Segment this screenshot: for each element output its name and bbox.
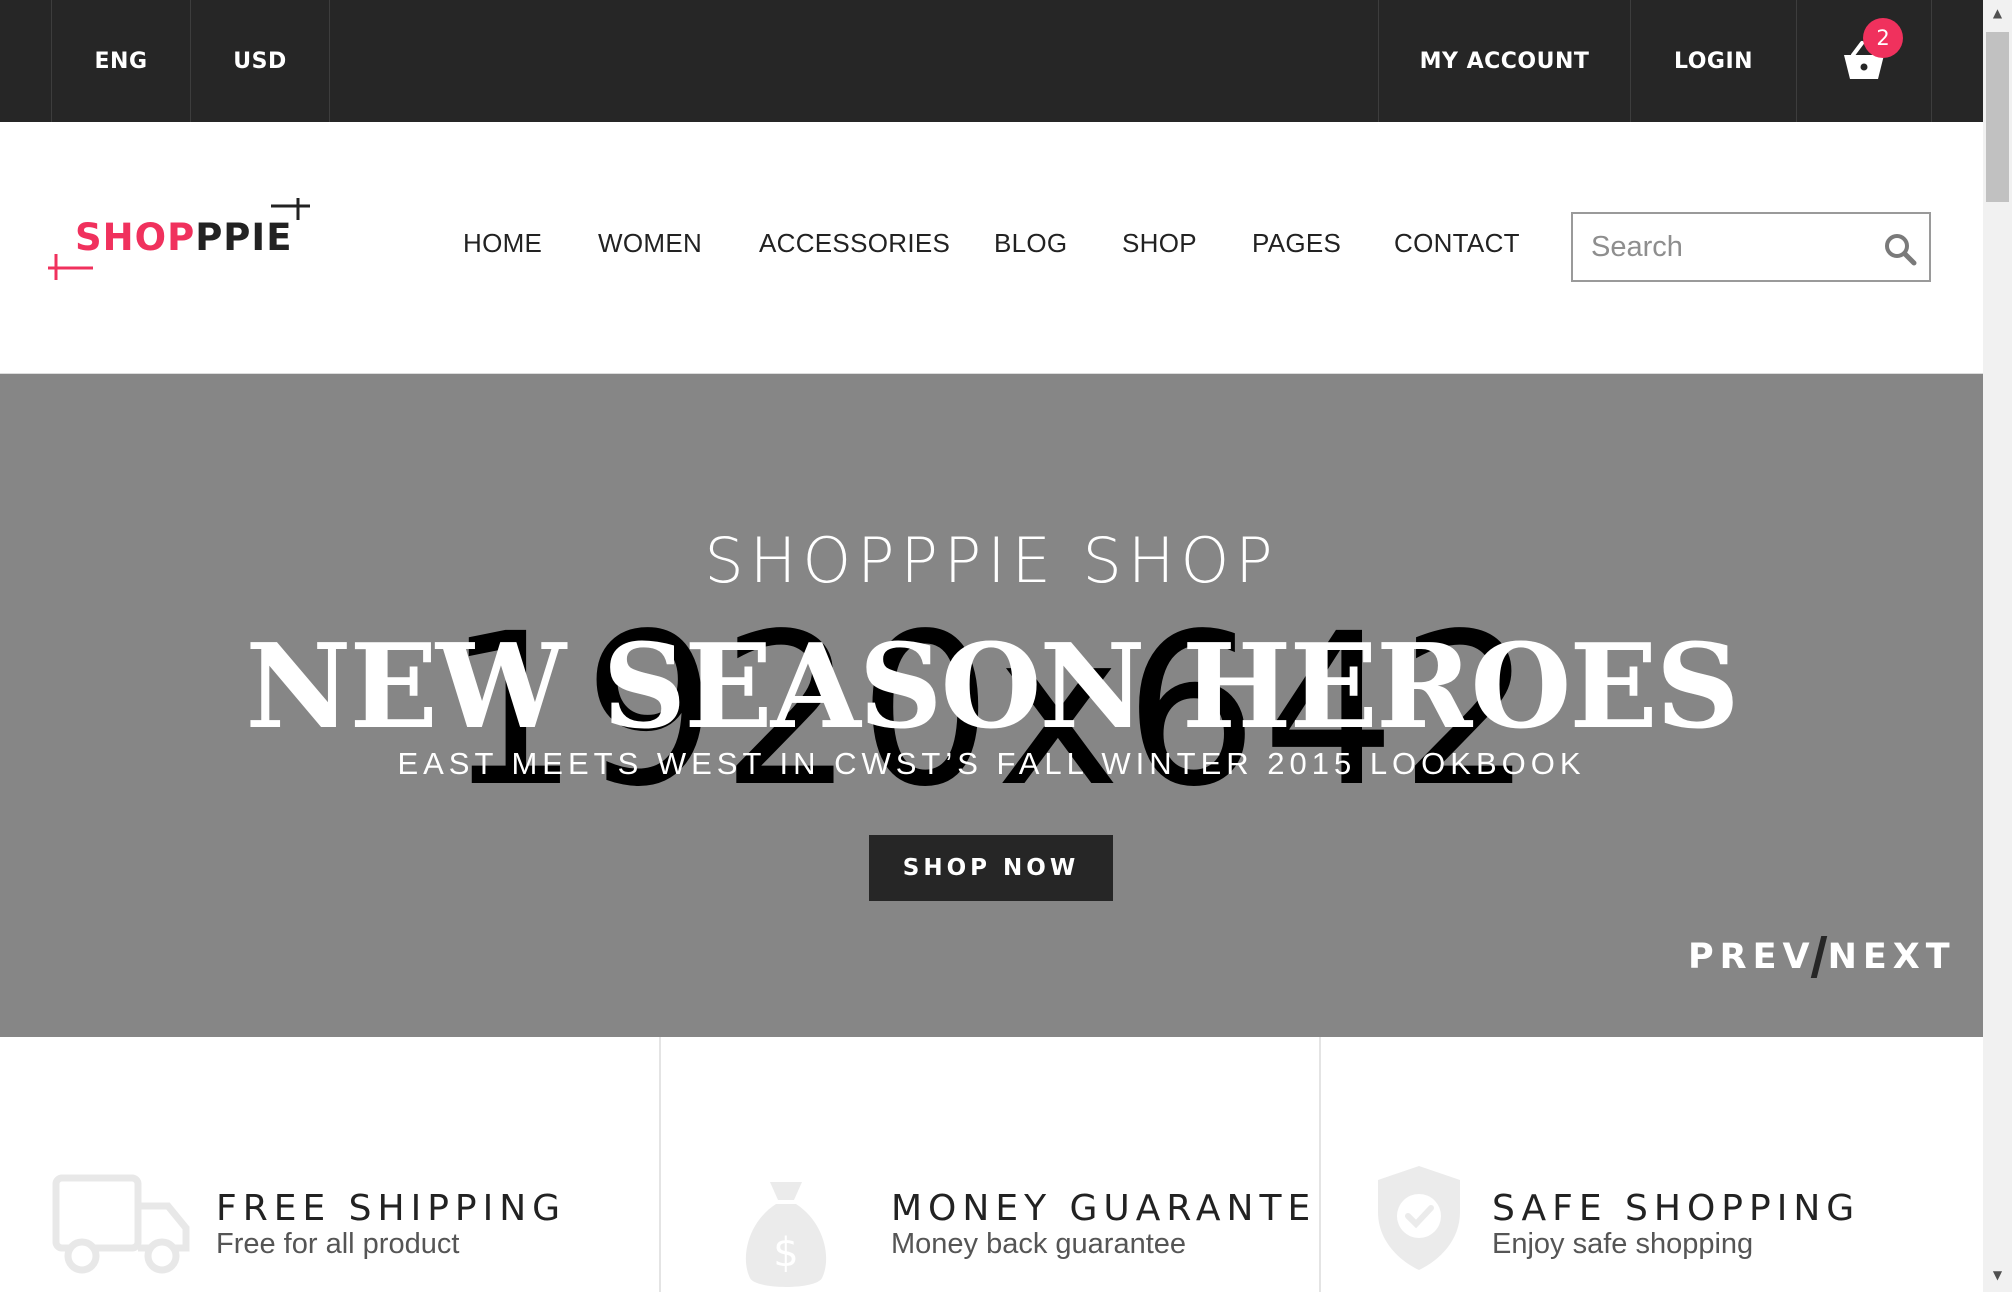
shop-now-button[interactable]: SHOP NOW bbox=[869, 835, 1113, 901]
hero-title: NEW SEASON HEROES bbox=[245, 619, 1739, 755]
divider bbox=[659, 1037, 661, 1292]
scrollbar-thumb[interactable] bbox=[1986, 32, 2009, 202]
hero-slider: 1920x642 SHOPPPIE SHOP NEW SEASON HEROES… bbox=[0, 374, 1983, 1037]
scroll-down-arrow-icon[interactable]: ▼ bbox=[1986, 1268, 2009, 1286]
nav-blog[interactable]: BLOG bbox=[994, 228, 1067, 259]
feature-title: SAFE SHOPPING bbox=[1492, 1188, 1861, 1229]
feature-title: MONEY GUARANTE bbox=[891, 1188, 1317, 1229]
feature-subtitle: Money back guarantee bbox=[891, 1228, 1187, 1260]
currency-selector[interactable]: USD bbox=[191, 0, 329, 122]
nav-accessories[interactable]: ACCESSORIES bbox=[759, 228, 950, 259]
logo-text-dark: PPIE bbox=[195, 216, 293, 259]
truck-icon bbox=[52, 1174, 190, 1274]
slider-pagination: PREV NEXT bbox=[1688, 932, 1956, 982]
scroll-up-arrow-icon[interactable]: ▲ bbox=[1986, 6, 2009, 24]
nav-pages[interactable]: PAGES bbox=[1252, 228, 1341, 259]
divider bbox=[1931, 0, 1932, 122]
divider bbox=[1319, 1037, 1321, 1292]
logo-text-pink: SHOP bbox=[75, 216, 196, 259]
site-logo[interactable]: SHOPPPIE bbox=[48, 198, 318, 280]
feature-subtitle: Enjoy safe shopping bbox=[1492, 1228, 1754, 1260]
login-link[interactable]: LOGIN bbox=[1631, 0, 1796, 122]
cart-count-badge: 2 bbox=[1863, 18, 1903, 58]
search-input[interactable] bbox=[1591, 224, 1871, 270]
cart-button[interactable] bbox=[1797, 0, 1931, 122]
nav-contact[interactable]: CONTACT bbox=[1394, 228, 1520, 259]
language-selector[interactable]: ENG bbox=[52, 0, 190, 122]
nav-women[interactable]: WOMEN bbox=[598, 228, 702, 259]
top-bar: ENG USD MY ACCOUNT LOGIN bbox=[0, 0, 1983, 122]
shield-check-icon bbox=[1378, 1166, 1460, 1270]
divider bbox=[329, 0, 330, 122]
hero-subtitle: SHOPPPIE SHOP bbox=[704, 524, 1279, 597]
nav-home[interactable]: HOME bbox=[463, 228, 542, 259]
my-account-link[interactable]: MY ACCOUNT bbox=[1379, 0, 1630, 122]
logo-text: SHOPPPIE bbox=[75, 216, 292, 259]
search-icon[interactable] bbox=[1883, 232, 1917, 266]
nav-shop[interactable]: SHOP bbox=[1122, 228, 1197, 259]
money-bag-icon: $ bbox=[745, 1182, 827, 1287]
svg-text:$: $ bbox=[773, 1230, 798, 1276]
hero-tagline: EAST MEETS WEST IN CWST’S FALL WINTER 20… bbox=[397, 746, 1586, 781]
search-box bbox=[1571, 212, 1931, 282]
prev-slide-button[interactable]: PREV bbox=[1688, 937, 1816, 977]
next-slide-button[interactable]: NEXT bbox=[1828, 937, 1956, 977]
feature-subtitle: Free for all product bbox=[216, 1228, 460, 1260]
feature-title: FREE SHIPPING bbox=[216, 1188, 567, 1229]
